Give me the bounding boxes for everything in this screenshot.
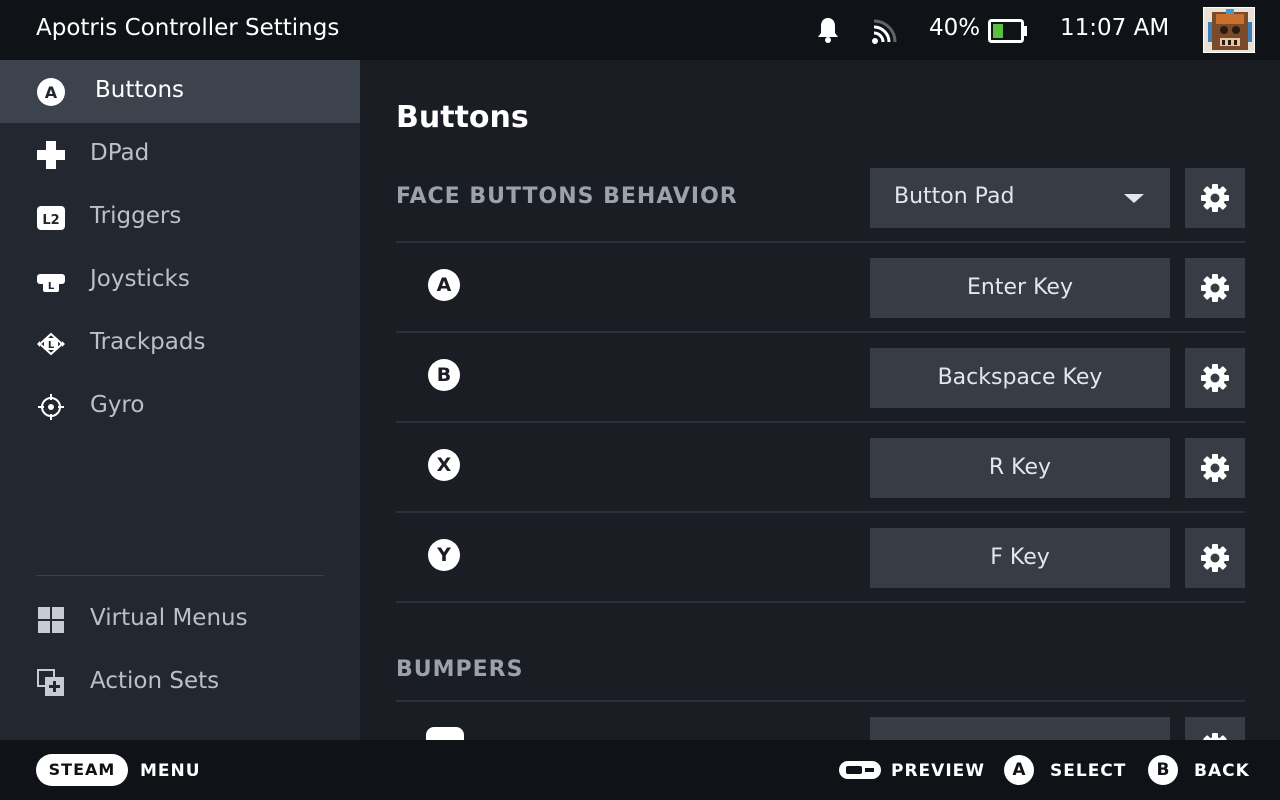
b-button-glyph: B (1148, 755, 1178, 785)
y-button-binding[interactable]: F Key (870, 528, 1170, 588)
a-button-icon: A (37, 78, 65, 106)
row-divider (396, 241, 1245, 243)
gear-icon (1201, 184, 1229, 212)
y-button-settings-button[interactable] (1185, 528, 1245, 588)
sidebar-item-joysticks[interactable]: L Joysticks (0, 249, 360, 312)
joystick-icon: L (37, 274, 65, 292)
face-buttons-behavior-dropdown[interactable]: Button Pad (870, 168, 1170, 228)
sidebar-item-label: Buttons (95, 77, 185, 103)
gear-icon (1201, 544, 1229, 572)
face-buttons-settings-button[interactable] (1185, 168, 1245, 228)
preview-icon (839, 761, 881, 779)
b-button-binding[interactable]: Backspace Key (870, 348, 1170, 408)
steam-button[interactable]: STEAM (36, 754, 128, 786)
menu-hint-label: MENU (140, 761, 201, 781)
main-content: Buttons FACE BUTTONS BEHAVIOR Button Pad… (360, 60, 1280, 740)
top-status-bar: Apotris Controller Settings 40% 11:07 AM (0, 0, 1280, 60)
row-divider (396, 601, 1245, 603)
sidebar: A Buttons DPad L2 Triggers L Joysticks L (0, 60, 360, 740)
sidebar-item-action-sets[interactable]: Action Sets (0, 651, 360, 714)
select-hint-label: SELECT (1050, 761, 1127, 781)
clock: 11:07 AM (1060, 15, 1170, 41)
sidebar-item-label: Action Sets (90, 668, 220, 694)
page-title: Buttons (396, 100, 529, 135)
gear-icon (1201, 274, 1229, 302)
preview-hint-label: PREVIEW (891, 761, 986, 781)
y-button-glyph: Y (428, 539, 460, 571)
a-button-glyph: A (428, 269, 460, 301)
a-button-glyph: A (45, 83, 58, 102)
sidebar-item-label: Trackpads (90, 329, 206, 355)
row-divider (396, 700, 1245, 702)
app-title: Apotris Controller Settings (36, 15, 340, 41)
x-button-settings-button[interactable] (1185, 438, 1245, 498)
battery-percent: 40% (929, 15, 981, 41)
battery-icon (988, 19, 1027, 43)
sidebar-item-label: Triggers (90, 203, 182, 229)
back-hint-label: BACK (1194, 761, 1250, 781)
dropdown-value: Button Pad (894, 184, 1015, 209)
dpad-icon (37, 141, 65, 169)
sidebar-item-trackpads[interactable]: L Trackpads (0, 312, 360, 375)
sidebar-item-label: DPad (90, 140, 150, 166)
l2-trigger-icon: L2 (37, 206, 65, 230)
a-button-binding[interactable]: Enter Key (870, 258, 1170, 318)
joystick-glyph: L (48, 281, 55, 292)
bottom-hint-bar: STEAM MENU PREVIEW A SELECT B BACK (0, 740, 1280, 800)
trackpad-icon: L (37, 332, 65, 356)
action-sets-icon (37, 669, 64, 696)
row-divider (396, 511, 1245, 513)
b-button-settings-button[interactable] (1185, 348, 1245, 408)
wireless-signal-icon (872, 19, 897, 44)
battery-level-fill (993, 24, 1003, 38)
gear-icon (1201, 364, 1229, 392)
row-divider (396, 331, 1245, 333)
notifications-bell-icon[interactable] (815, 16, 841, 44)
sidebar-item-label: Joysticks (90, 266, 190, 292)
bumper-binding[interactable] (870, 717, 1170, 740)
a-button-glyph: A (1004, 755, 1034, 785)
bumper-settings-button[interactable] (1185, 717, 1245, 740)
b-button-glyph: B (428, 359, 460, 391)
face-buttons-heading: FACE BUTTONS BEHAVIOR (396, 184, 738, 209)
sidebar-item-label: Virtual Menus (90, 605, 248, 631)
x-button-binding[interactable]: R Key (870, 438, 1170, 498)
user-avatar[interactable] (1203, 7, 1255, 53)
gear-icon (1201, 454, 1229, 482)
sidebar-item-buttons[interactable]: A Buttons (0, 60, 360, 123)
gear-icon (1203, 733, 1227, 740)
left-bumper-icon (426, 727, 464, 740)
gyro-icon (38, 394, 64, 420)
bumpers-heading: BUMPERS (396, 657, 524, 682)
sidebar-item-virtual-menus[interactable]: Virtual Menus (0, 588, 360, 651)
sidebar-divider (36, 575, 324, 576)
x-button-glyph: X (428, 449, 460, 481)
chevron-down-icon (1124, 194, 1144, 203)
l2-trigger-glyph: L2 (42, 213, 59, 228)
sidebar-item-label: Gyro (90, 392, 145, 418)
trackpad-glyph: L (48, 340, 55, 351)
grid-icon (38, 607, 64, 633)
sidebar-item-dpad[interactable]: DPad (0, 123, 360, 186)
sidebar-item-triggers[interactable]: L2 Triggers (0, 186, 360, 249)
row-divider (396, 421, 1245, 423)
sidebar-item-gyro[interactable]: Gyro (0, 375, 360, 438)
a-button-settings-button[interactable] (1185, 258, 1245, 318)
